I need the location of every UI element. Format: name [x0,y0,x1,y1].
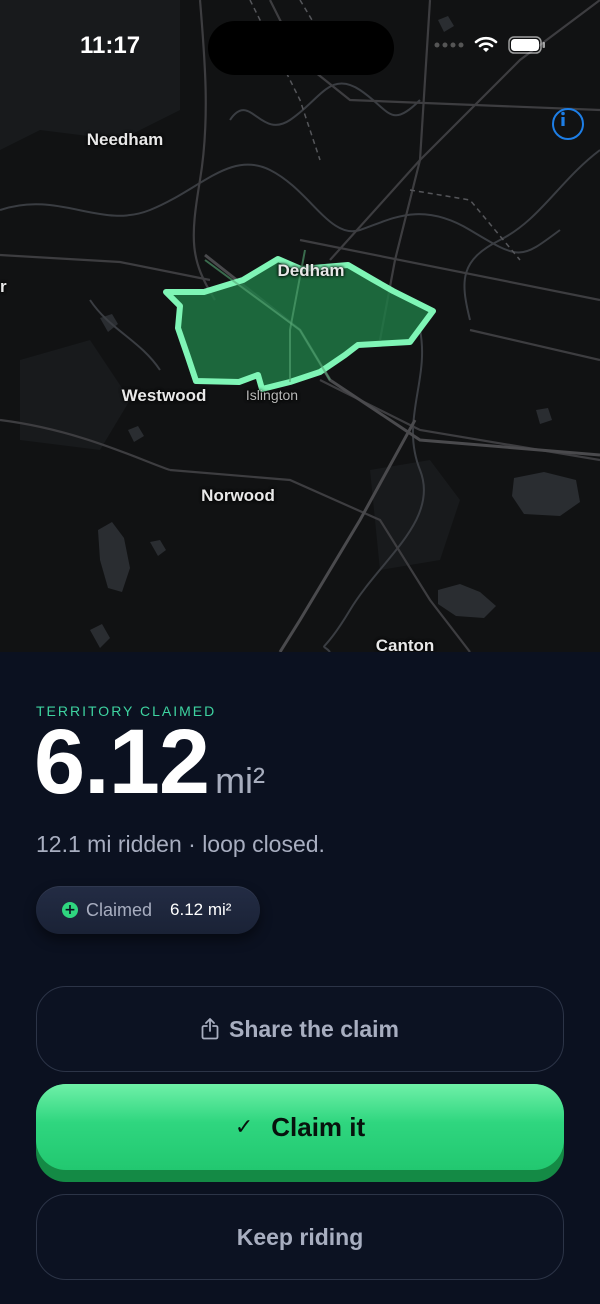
status-icons [434,36,546,54]
info-icon [561,111,565,126]
claimed-chip: + Claimed 6.12 mi² [36,886,260,934]
map-info-button[interactable] [552,108,584,140]
plus-circle-icon: + [62,902,78,918]
ride-summary: 12.1 mi ridden · loop closed. [36,831,325,857]
status-time: 11:17 [80,32,141,59]
dynamic-island [208,21,394,75]
area-value: 6.12 [34,711,210,813]
battery-icon [508,36,545,54]
map-label-norwood: Norwood [201,486,275,505]
share-claim-button[interactable]: Share the claim [36,986,564,1072]
map-label-westwood: Westwood [121,386,207,405]
map-label-dedham: Dedham [277,261,345,280]
map-label-islington: Islington [245,387,299,403]
keep-riding-label: Keep riding [236,1223,364,1250]
claimed-area: 6.12 mi² [34,716,265,808]
cellular-signal-icon [434,42,464,48]
map-label-canton: Canton [375,636,435,652]
wifi-icon [474,36,498,52]
map-label-edge: r [0,277,7,296]
claim-it-label: Claim it [271,1111,366,1142]
status-bar: 11:17 [0,0,600,100]
check-icon: ✓ [234,1114,254,1140]
map-label-needham: Needham [86,130,164,149]
claim-sheet: TERRITORY CLAIMED 6.12 mi² 12.1 mi ridde… [0,652,600,1304]
share-claim-label: Share the claim [228,1015,400,1042]
claim-it-button[interactable]: ✓ Claim it [36,1084,564,1170]
area-unit: mi² [215,760,266,801]
share-icon [201,1018,219,1040]
keep-riding-button[interactable]: Keep riding [36,1194,564,1280]
chip-label: Claimed [86,899,153,920]
chip-value: 6.12 mi² [170,900,232,919]
